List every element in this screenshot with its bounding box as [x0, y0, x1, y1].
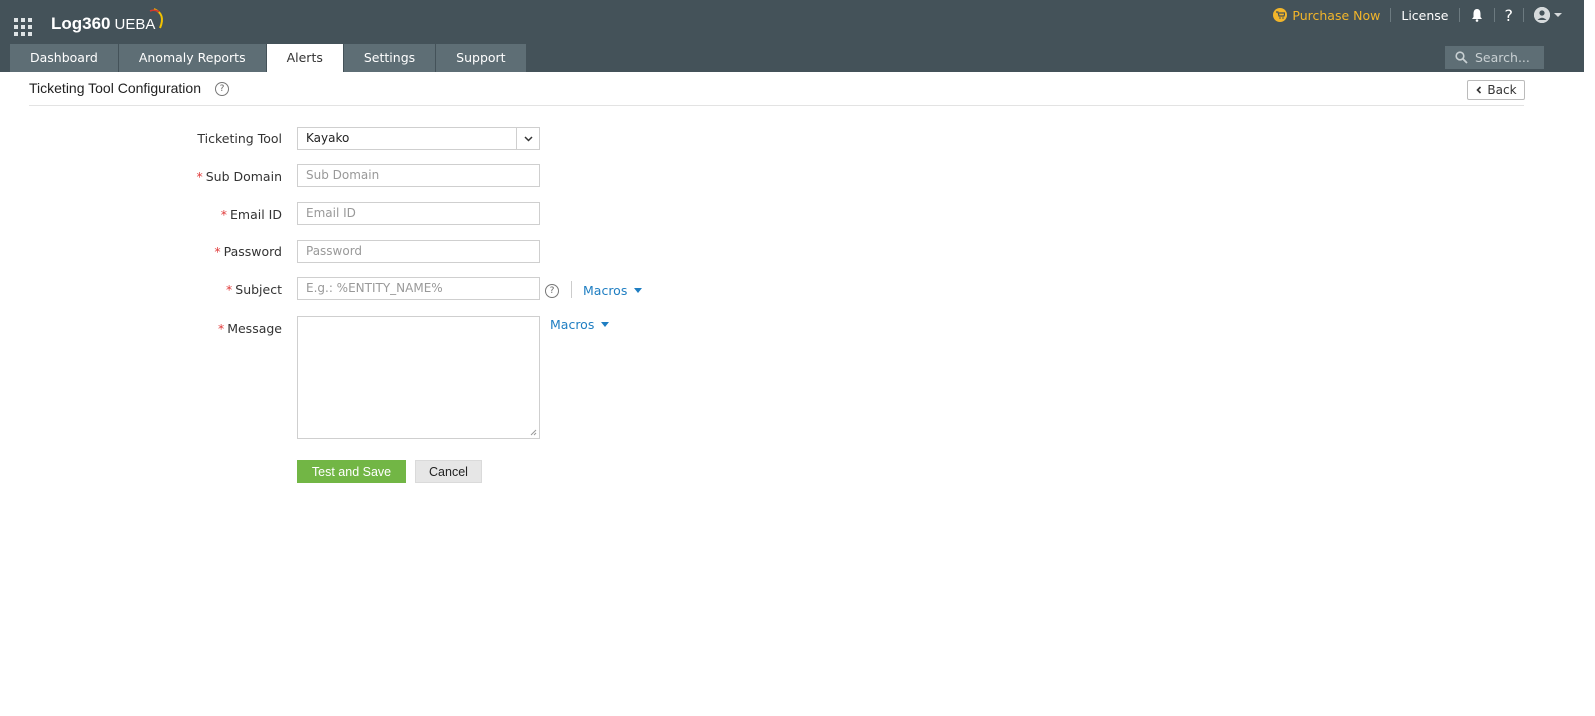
email-id-label: * Email ID	[220, 207, 282, 222]
ticketing-tool-select[interactable]: Kayako	[297, 127, 540, 150]
subject-input[interactable]: E.g.: %ENTITY_NAME%	[297, 277, 540, 300]
search-placeholder: Search...	[1475, 50, 1530, 65]
header-separator	[1493, 8, 1495, 22]
tab-support[interactable]: Support	[436, 44, 526, 72]
tab-anomaly-reports[interactable]: Anomaly Reports	[118, 44, 266, 72]
sub-domain-placeholder: Sub Domain	[306, 168, 380, 182]
test-and-save-button[interactable]: Test and Save	[297, 460, 406, 483]
required-mark: *	[217, 321, 225, 336]
user-menu-chevron-down-icon[interactable]	[1554, 13, 1562, 17]
password-input[interactable]: Password	[297, 240, 540, 263]
resize-grip-icon[interactable]	[529, 428, 537, 436]
password-label: * Password	[214, 244, 282, 259]
help-icon[interactable]: ?	[215, 82, 229, 96]
required-mark: *	[196, 169, 203, 184]
tab-dashboard[interactable]: Dashboard	[10, 44, 118, 72]
caret-down-icon	[601, 322, 610, 327]
subject-placeholder: E.g.: %ENTITY_NAME%	[306, 281, 443, 295]
app-grid-icon[interactable]	[14, 18, 32, 36]
purchase-now-link[interactable]: Purchase Now	[1273, 8, 1380, 23]
cart-icon	[1273, 8, 1288, 22]
header-separator	[1390, 8, 1392, 22]
header-separator	[1523, 8, 1524, 22]
macros-separator	[571, 281, 572, 298]
message-macros-dropdown[interactable]: Macros	[550, 317, 610, 332]
help-link[interactable]: ?	[1505, 6, 1514, 25]
chevron-down-icon[interactable]	[516, 128, 539, 149]
brand-logo: Log360 UEBA	[51, 14, 155, 34]
brand-main: Log360	[51, 14, 111, 33]
required-mark: *	[220, 207, 228, 222]
subject-label: * Subject	[226, 282, 282, 297]
back-button[interactable]: Back	[1467, 80, 1525, 100]
global-search-input[interactable]: Search...	[1445, 46, 1544, 69]
sub-domain-label: * Sub Domain	[196, 169, 282, 184]
header-actions: Purchase Now License ?	[1273, 5, 1562, 25]
tab-alerts[interactable]: Alerts	[266, 44, 343, 72]
message-textarea[interactable]	[297, 316, 540, 439]
back-label: Back	[1487, 83, 1517, 97]
purchase-now-label: Purchase Now	[1292, 7, 1381, 23]
message-label: * Message	[217, 321, 282, 336]
cancel-button[interactable]: Cancel	[415, 460, 482, 483]
main-tabs: Dashboard Anomaly Reports Alerts Setting…	[10, 44, 527, 72]
email-id-placeholder: Email ID	[306, 206, 356, 220]
app-window: Log360 UEBA Purchase Now License ? Dashb…	[0, 0, 1584, 716]
license-link[interactable]: License	[1401, 8, 1448, 23]
message-macros-label: Macros	[550, 317, 595, 332]
page-title: Ticketing Tool Configuration	[29, 80, 201, 96]
bell-icon[interactable]	[1470, 8, 1484, 22]
subject-help-icon[interactable]: ?	[545, 284, 559, 298]
user-avatar-icon[interactable]	[1534, 7, 1550, 23]
ticketing-tool-label: Ticketing Tool	[197, 131, 282, 146]
tab-settings[interactable]: Settings	[343, 44, 436, 72]
ticketing-tool-value: Kayako	[306, 131, 350, 145]
window-gutter	[1584, 0, 1595, 716]
brand-swoosh-icon	[149, 8, 163, 29]
header-separator	[1458, 8, 1460, 22]
caret-down-icon	[634, 288, 643, 293]
email-id-input[interactable]: Email ID	[297, 202, 540, 225]
chevron-left-icon	[1476, 86, 1482, 94]
required-mark: *	[214, 244, 221, 259]
subject-macros-label: Macros	[583, 283, 628, 298]
subject-macros-dropdown[interactable]: Macros	[583, 283, 643, 298]
search-icon	[1455, 51, 1468, 64]
header-divider	[29, 105, 1524, 106]
password-placeholder: Password	[306, 244, 363, 258]
required-mark: *	[226, 282, 233, 297]
sub-domain-input[interactable]: Sub Domain	[297, 164, 540, 187]
